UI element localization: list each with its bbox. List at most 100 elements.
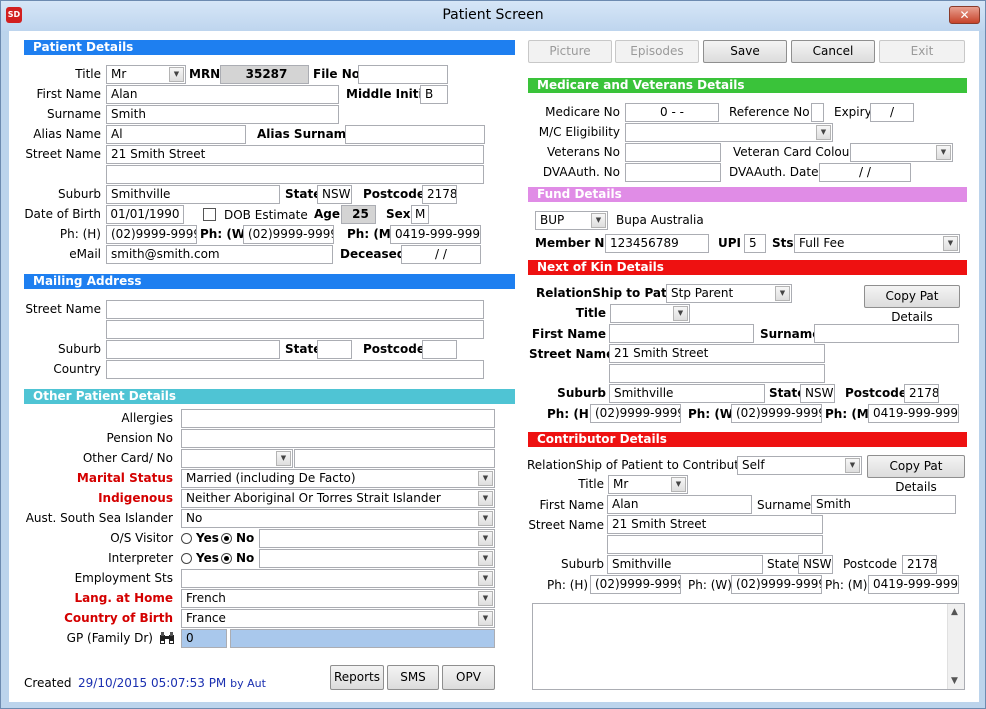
kin-copy-pat-details-button[interactable]: Copy Pat Details <box>864 285 960 324</box>
street-line2-field[interactable] <box>106 165 484 184</box>
cancel-button[interactable]: Cancel <box>791 40 875 63</box>
contributor-relationship-select[interactable]: Self ▼ <box>737 456 862 475</box>
expiry-field[interactable]: / <box>870 103 914 122</box>
notes-textarea[interactable]: ▲ ▼ <box>532 603 965 690</box>
contributor-suburb-field[interactable]: Smithville <box>607 555 763 574</box>
mail-suburb-field[interactable] <box>106 340 280 359</box>
sts-select[interactable]: Full Fee ▼ <box>794 234 960 253</box>
postcode-field[interactable]: 2178 <box>422 185 457 204</box>
suburb-field[interactable]: Smithville <box>106 185 280 204</box>
mail-street-line2-field[interactable] <box>106 320 484 339</box>
dva-auth-no-field[interactable] <box>625 163 721 182</box>
mail-street-line1-field[interactable] <box>106 300 484 319</box>
interpreter-no-radio[interactable] <box>221 553 232 564</box>
kin-state-field[interactable]: NSW <box>800 384 835 403</box>
alias-surname-field[interactable] <box>345 125 485 144</box>
chevron-down-icon: ▼ <box>478 531 493 546</box>
kin-street-line2-field[interactable] <box>609 364 825 383</box>
state-field[interactable]: NSW <box>317 185 352 204</box>
upi-field[interactable]: 5 <box>744 234 766 253</box>
scroll-down-icon[interactable]: ▼ <box>951 676 958 686</box>
dva-auth-date-field[interactable]: / / <box>819 163 911 182</box>
interpreter-yes-radio[interactable] <box>181 553 192 564</box>
chevron-down-icon: ▼ <box>478 551 493 566</box>
fund-code-select[interactable]: BUP ▼ <box>535 211 608 230</box>
exit-button[interactable]: Exit <box>879 40 965 63</box>
lang-at-home-select[interactable]: French ▼ <box>181 589 495 608</box>
save-button[interactable]: Save <box>703 40 787 63</box>
kin-street-line1-field[interactable]: 21 Smith Street <box>609 344 825 363</box>
sex-field[interactable]: M <box>411 205 429 224</box>
interpreter-select[interactable]: ▼ <box>259 549 495 568</box>
reference-no-field[interactable] <box>811 103 824 122</box>
contributor-first-name-field[interactable]: Alan <box>607 495 752 514</box>
ph-work-field[interactable]: (02)9999-9999 <box>243 225 334 244</box>
reports-button[interactable]: Reports <box>330 665 384 690</box>
contributor-title-select[interactable]: Mr ▼ <box>608 475 688 494</box>
kin-ph-work-field[interactable]: (02)9999-9999 <box>731 404 822 423</box>
episodes-button[interactable]: Episodes <box>615 40 699 63</box>
os-visitor-yes-radio[interactable] <box>181 533 192 544</box>
email-field[interactable]: smith@smith.com <box>106 245 333 264</box>
first-name-field[interactable]: Alan <box>106 85 339 104</box>
file-no-field[interactable] <box>358 65 448 84</box>
medicare-no-field[interactable]: 0 - - <box>625 103 719 122</box>
pension-no-field[interactable] <box>181 429 495 448</box>
other-card-select[interactable]: ▼ <box>181 449 293 468</box>
other-card-no-field[interactable] <box>294 449 495 468</box>
kin-ph-home-field[interactable]: (02)9999-9999 <box>590 404 681 423</box>
ph-mobile-field[interactable]: 0419-999-999 <box>390 225 481 244</box>
deceased-field[interactable]: / / <box>401 245 481 264</box>
mail-state-field[interactable] <box>317 340 352 359</box>
contributor-surname-field[interactable]: Smith <box>811 495 956 514</box>
contributor-street-line1-field[interactable]: 21 Smith Street <box>607 515 823 534</box>
indigenous-select[interactable]: Neither Aboriginal Or Torres Strait Isla… <box>181 489 495 508</box>
contributor-postcode-field[interactable]: 2178 <box>902 555 937 574</box>
alias-name-field[interactable]: Al <box>106 125 246 144</box>
street-line1-field[interactable]: 21 Smith Street <box>106 145 484 164</box>
chevron-down-icon: ▼ <box>845 458 860 473</box>
middle-initial-field[interactable]: B <box>420 85 448 104</box>
close-button[interactable]: ✕ <box>949 6 980 24</box>
veterans-no-field[interactable] <box>625 143 721 162</box>
kin-surname-field[interactable] <box>814 324 959 343</box>
contributor-ph-mobile-field[interactable]: 0419-999-999 <box>868 575 959 594</box>
kin-ph-mobile-field[interactable]: 0419-999-999 <box>868 404 959 423</box>
employment-select[interactable]: ▼ <box>181 569 495 588</box>
marital-status-select[interactable]: Married (including De Facto) ▼ <box>181 469 495 488</box>
contributor-ph-work-field[interactable]: (02)9999-9999 <box>731 575 822 594</box>
ph-home-field[interactable]: (02)9999-9999 <box>106 225 197 244</box>
gp-code-field[interactable]: 0 <box>181 629 227 648</box>
sms-button[interactable]: SMS <box>387 665 439 690</box>
contributor-suburb-label: Suburb <box>561 557 604 571</box>
kin-suburb-field[interactable]: Smithville <box>609 384 765 403</box>
notes-scrollbar[interactable]: ▲ ▼ <box>947 604 964 689</box>
kin-first-name-field[interactable] <box>609 324 754 343</box>
dob-estimate-checkbox[interactable] <box>203 208 216 221</box>
kin-relationship-select[interactable]: Stp Parent ▼ <box>666 284 792 303</box>
os-visitor-select[interactable]: ▼ <box>259 529 495 548</box>
os-visitor-no-radio[interactable] <box>221 533 232 544</box>
contributor-state-field[interactable]: NSW <box>798 555 833 574</box>
veteran-card-colour-select[interactable]: ▼ <box>850 143 953 162</box>
country-of-birth-select[interactable]: France ▼ <box>181 609 495 628</box>
mc-eligibility-select[interactable]: ▼ <box>625 123 833 142</box>
picture-button[interactable]: Picture <box>528 40 612 63</box>
title-select[interactable]: Mr ▼ <box>106 65 186 84</box>
contributor-ph-home-field[interactable]: (02)9999-9999 <box>590 575 681 594</box>
south-sea-islander-select[interactable]: No ▼ <box>181 509 495 528</box>
contributor-street-line2-field[interactable] <box>607 535 823 554</box>
opv-button[interactable]: OPV <box>442 665 495 690</box>
kin-postcode-field[interactable]: 2178 <box>904 384 939 403</box>
kin-title-select[interactable]: ▼ <box>610 304 690 323</box>
member-no-field[interactable]: 123456789 <box>605 234 709 253</box>
mail-postcode-field[interactable] <box>422 340 457 359</box>
binoculars-icon[interactable] <box>159 631 175 646</box>
dob-field[interactable]: 01/01/1990 <box>106 205 184 224</box>
contributor-copy-pat-details-button[interactable]: Copy Pat Details <box>867 455 965 494</box>
surname-field[interactable]: Smith <box>106 105 339 124</box>
mail-country-field[interactable] <box>106 360 484 379</box>
scroll-up-icon[interactable]: ▲ <box>951 607 958 617</box>
fund-code-value: BUP <box>540 213 565 227</box>
allergies-field[interactable] <box>181 409 495 428</box>
